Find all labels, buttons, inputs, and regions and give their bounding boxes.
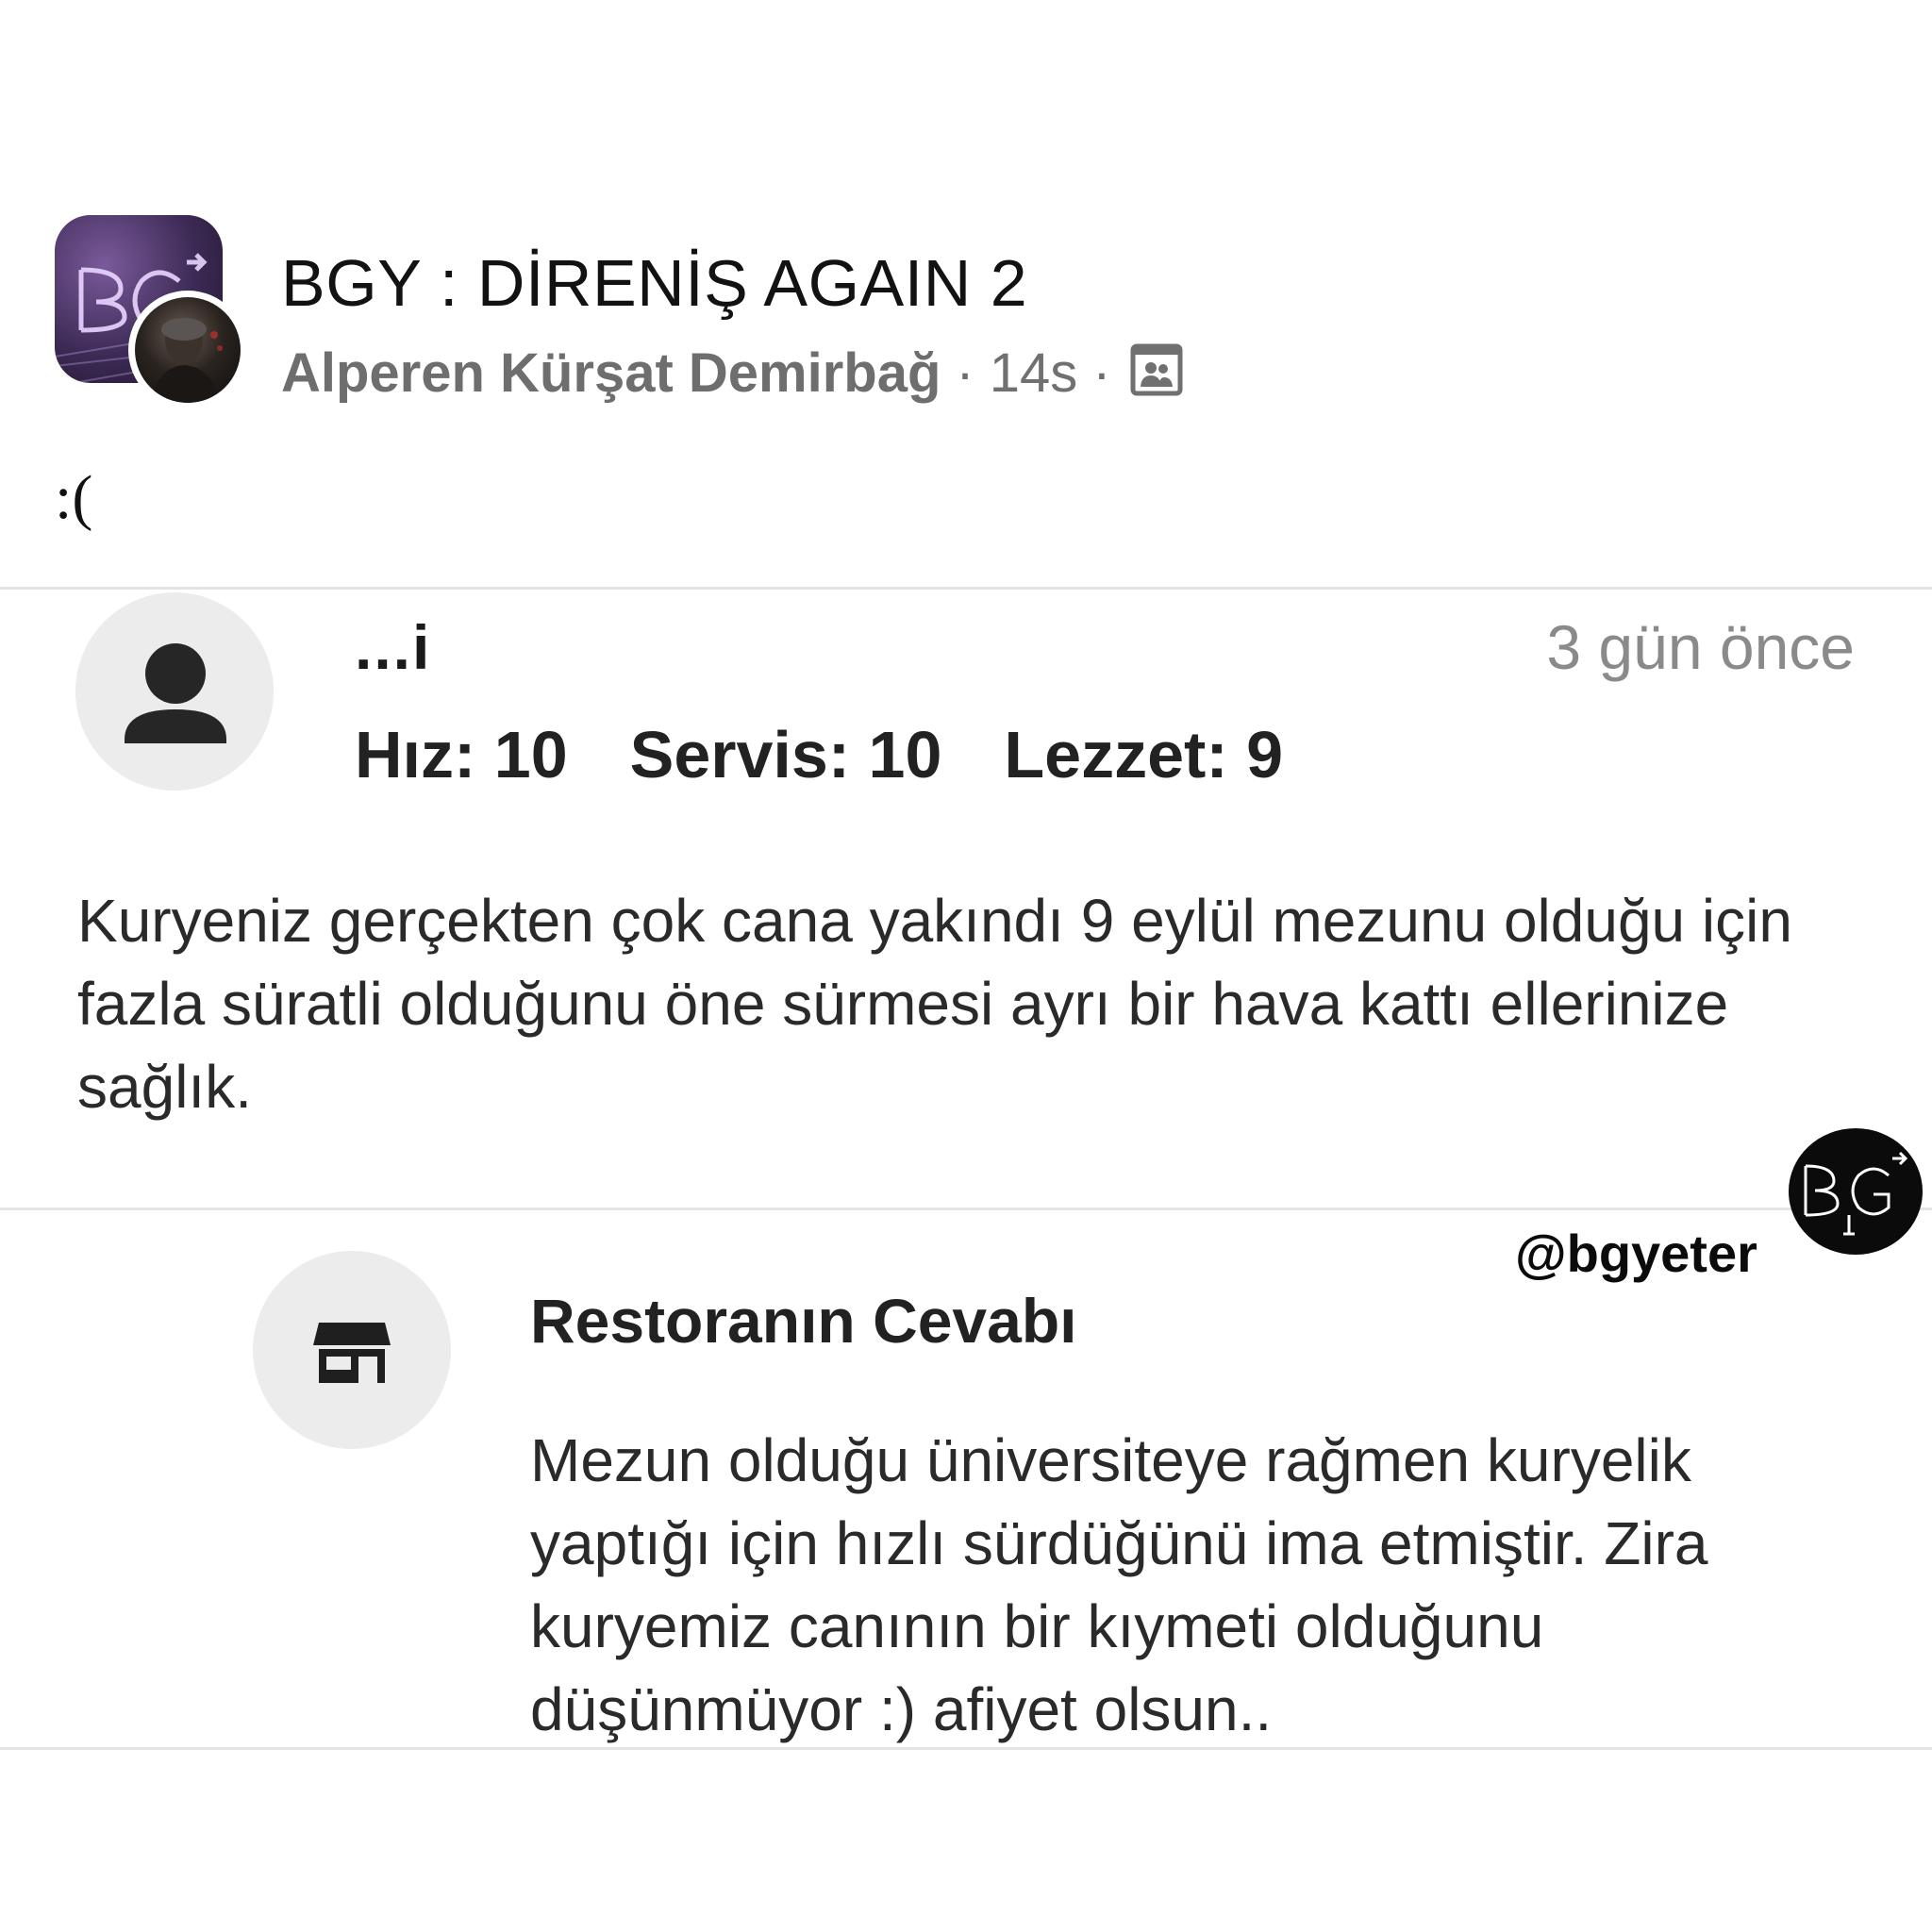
post-text: :( xyxy=(55,463,93,532)
author-name[interactable]: Alperen Kürşat Demirbağ xyxy=(281,341,941,405)
post-time[interactable]: 14s xyxy=(990,341,1078,405)
score-service: Servis: 10 xyxy=(629,718,942,791)
review-date: 3 gün önce xyxy=(1546,612,1855,682)
store-icon xyxy=(313,1323,391,1383)
score-speed: Hız: 10 xyxy=(355,718,568,791)
group-name[interactable]: BGY : DİRENİŞ AGAIN 2 xyxy=(281,245,1027,321)
divider xyxy=(0,1747,1932,1750)
author-avatar[interactable] xyxy=(128,291,247,409)
author-photo-icon xyxy=(152,318,223,403)
divider xyxy=(0,587,1932,590)
review-text: Kuryeniz gerçekten çok cana yakındı 9 ey… xyxy=(77,887,1792,1121)
restaurant-reply-title: Restoranın Cevabı xyxy=(530,1286,1077,1356)
restaurant-reply-text: Mezun olduğu üniversiteye rağmen kuryeli… xyxy=(530,1426,1708,1743)
watermark-logo xyxy=(1789,1128,1923,1255)
divider xyxy=(0,1208,1932,1210)
bg-logo-icon xyxy=(1804,1151,1908,1236)
post-meta: Alperen Kürşat Demirbağ · 14s · xyxy=(281,340,1183,406)
watermark-handle: @bgyeter xyxy=(1515,1224,1757,1283)
meta-separator: · xyxy=(956,341,974,404)
restaurant-avatar xyxy=(253,1251,451,1449)
group-members-icon[interactable] xyxy=(1130,343,1183,409)
person-icon xyxy=(125,643,226,743)
reviewer-name: ...i xyxy=(355,612,432,682)
reviewer-avatar xyxy=(75,592,274,791)
score-taste: Lezzet: 9 xyxy=(1004,718,1284,791)
meta-separator-2: · xyxy=(1092,341,1111,404)
review-scores: Hız: 10 Servis: 10 Lezzet: 9 xyxy=(355,717,1283,792)
